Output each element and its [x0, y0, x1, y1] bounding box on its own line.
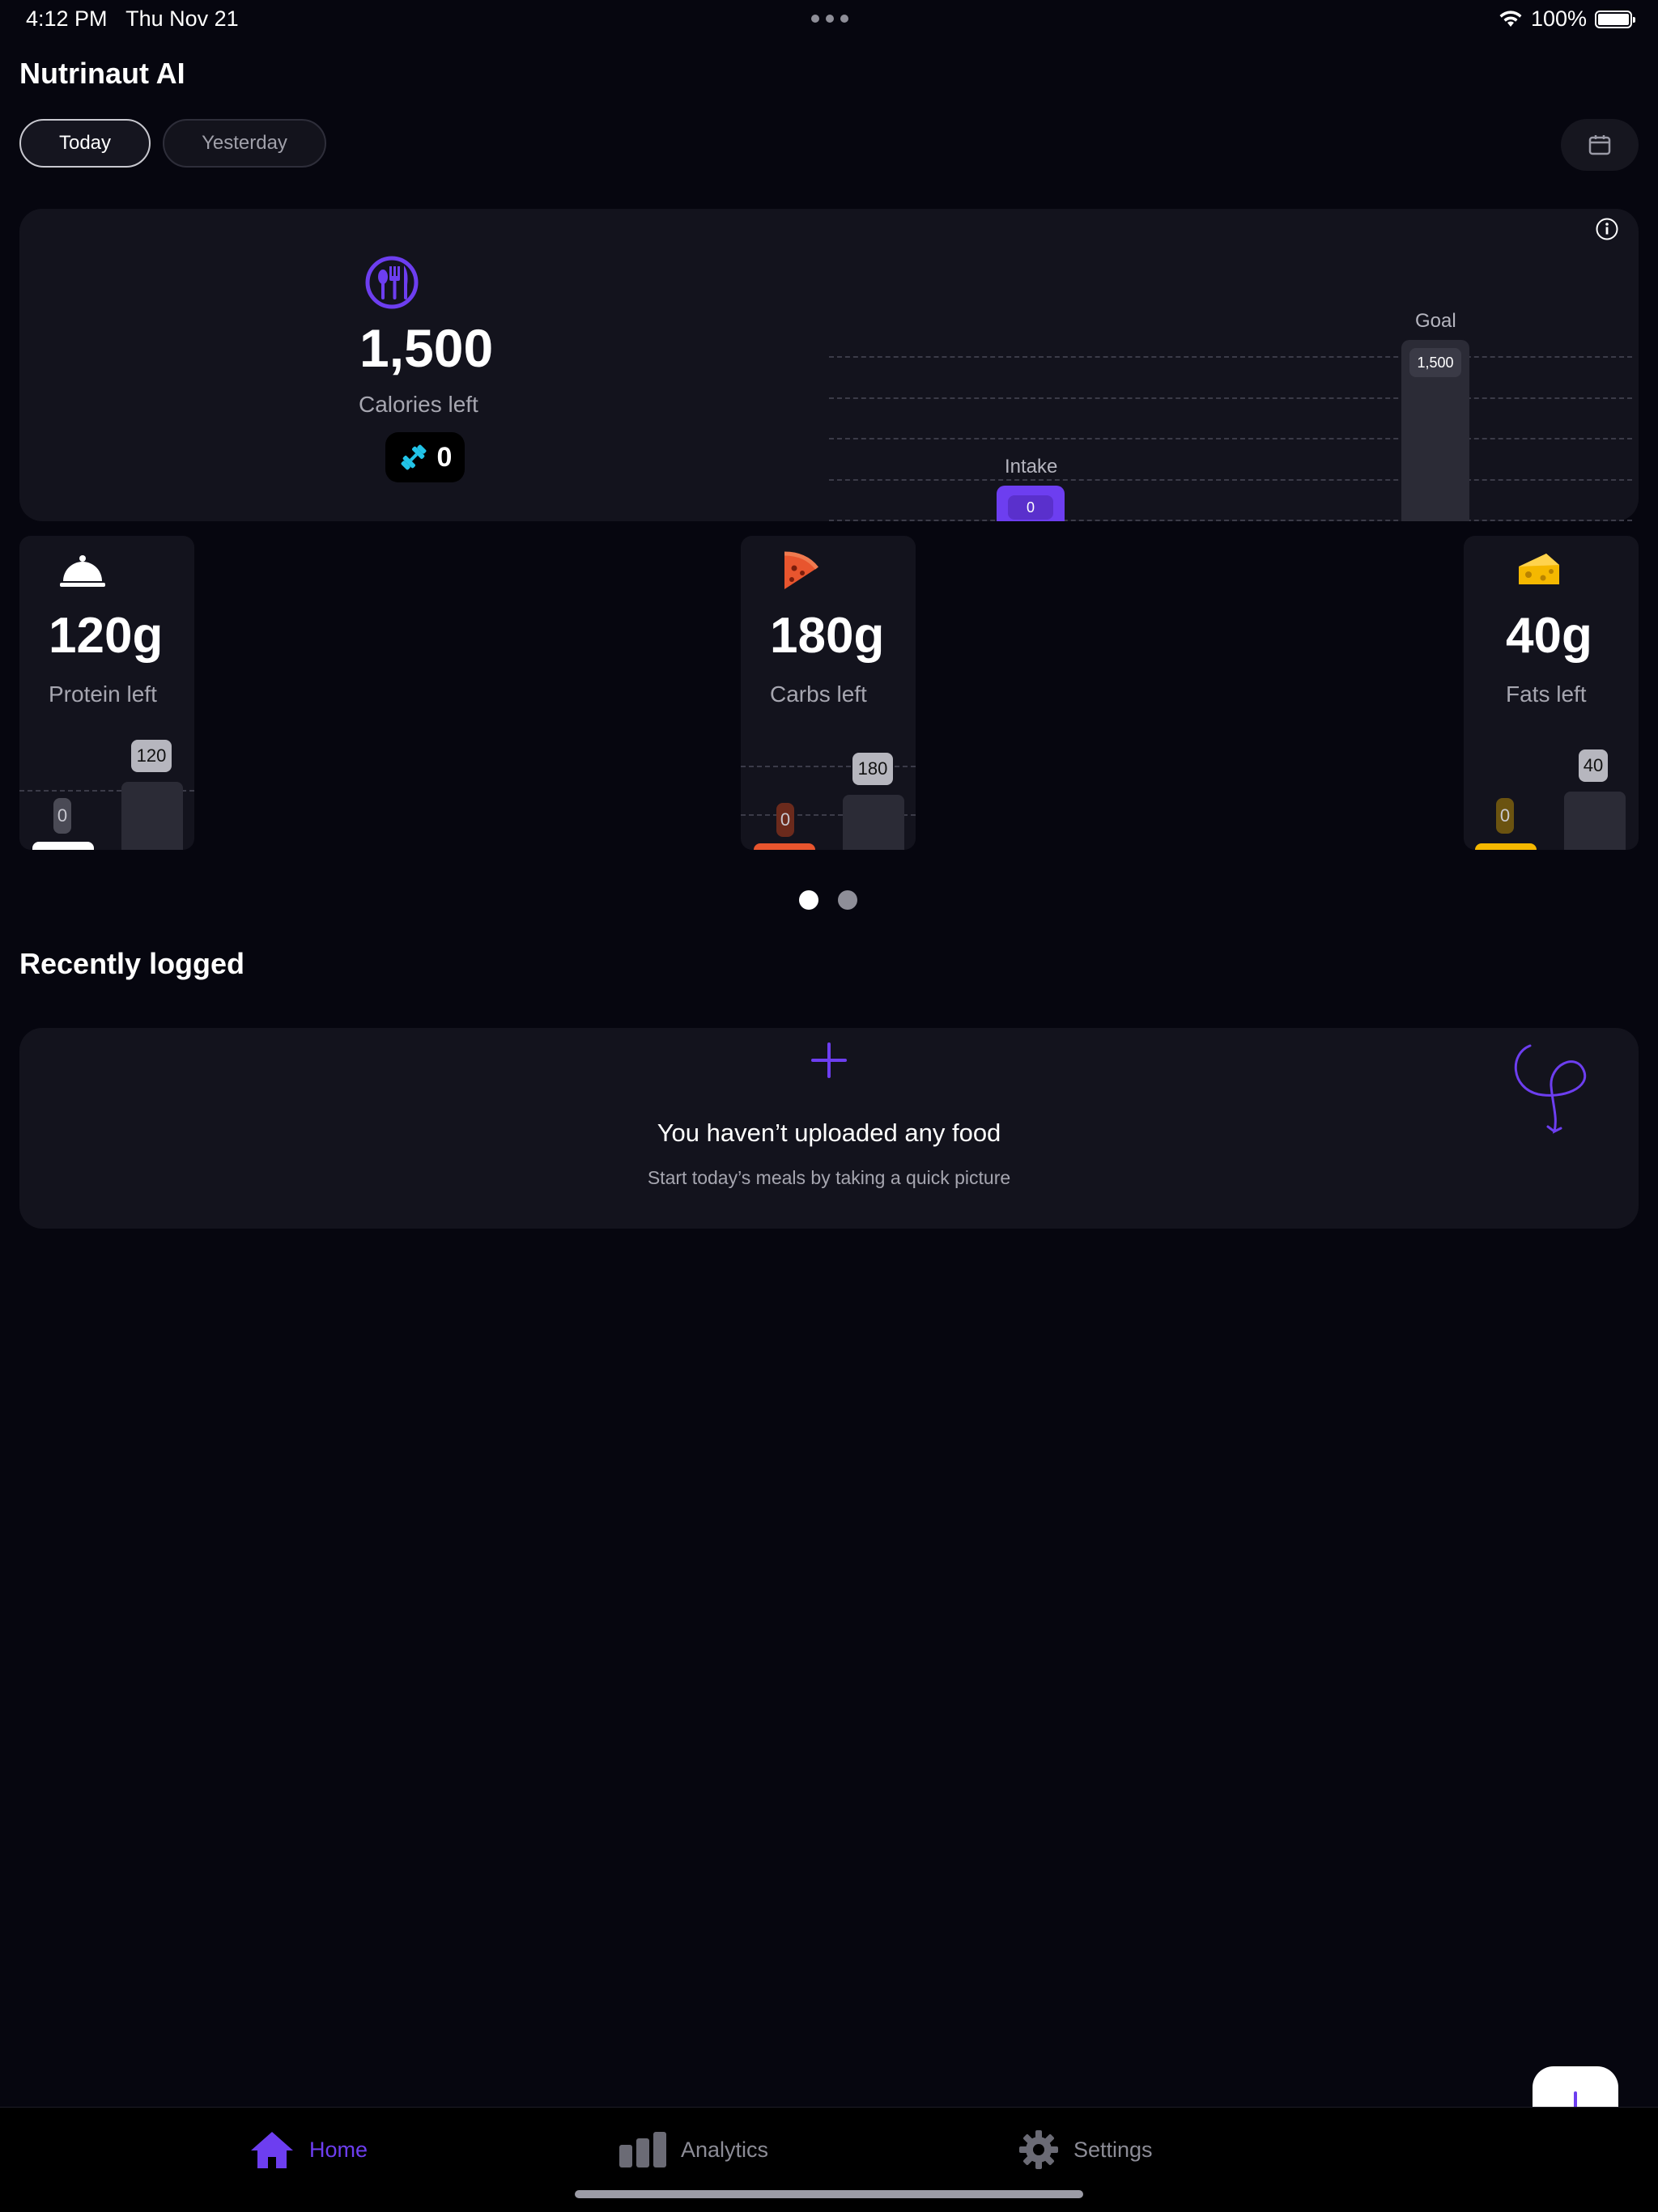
calendar-button[interactable]	[1561, 119, 1639, 171]
protein-goal-value: 120	[131, 740, 172, 772]
empty-state-subtitle: Start today’s meals by taking a quick pi…	[647, 1167, 1011, 1188]
multitasking-dots-icon[interactable]	[811, 15, 848, 23]
carbs-left-value: 180g	[770, 608, 885, 664]
carbs-goal-bar	[843, 795, 904, 850]
goal-value: 1,500	[1409, 348, 1461, 377]
calendar-icon	[1588, 135, 1611, 155]
pizza-icon	[784, 551, 818, 589]
battery-icon	[1595, 10, 1635, 28]
tab-analytics[interactable]: Analytics	[619, 2127, 768, 2172]
status-bar: 4:12 PM Thu Nov 21 100%	[0, 0, 1658, 39]
chart-gridline	[829, 479, 1632, 481]
chart-gridline	[829, 438, 1632, 439]
carbs-card[interactable]: 180g Carbs left 0 180	[741, 536, 916, 850]
tab-settings[interactable]: Settings	[1018, 2127, 1153, 2172]
carbs-consumed-value: 0	[776, 803, 794, 837]
plus-icon[interactable]	[810, 1041, 848, 1080]
fats-left-value: 40g	[1506, 608, 1592, 664]
food-cloche-icon	[60, 555, 105, 587]
protein-left-value: 120g	[49, 608, 164, 664]
chart-gridline	[829, 356, 1632, 358]
goal-label: Goal	[1415, 310, 1456, 332]
bar-chart-icon	[619, 2132, 666, 2167]
protein-card[interactable]: 120g Protein left 0 120	[19, 536, 194, 850]
tab-home-label: Home	[309, 2137, 368, 2162]
wifi-icon	[1499, 10, 1522, 27]
protein-consumed-value: 0	[53, 798, 71, 834]
status-time: 4:12 PM Thu Nov 21	[26, 6, 239, 31]
tab-today[interactable]: Today	[19, 119, 151, 168]
calories-left-value: 1,500	[359, 318, 494, 378]
calories-burned-badge[interactable]: 0	[385, 432, 465, 482]
status-right: 100%	[1499, 6, 1635, 32]
carbs-goal-value: 180	[852, 753, 893, 785]
fats-consumed-value: 0	[1496, 798, 1514, 834]
pager-dot-2[interactable]	[838, 890, 857, 910]
fats-goal-bar	[1564, 792, 1626, 850]
protein-left-label: Protein left	[49, 681, 157, 707]
tab-yesterday[interactable]: Yesterday	[163, 119, 326, 168]
fats-left-label: Fats left	[1506, 681, 1587, 707]
intake-label: Intake	[1005, 456, 1058, 478]
empty-state-title: You haven’t uploaded any food	[657, 1119, 1001, 1147]
calories-card[interactable]	[19, 209, 1639, 521]
tab-settings-label: Settings	[1073, 2137, 1153, 2162]
home-icon	[251, 2132, 293, 2168]
calories-burned-value: 0	[436, 441, 453, 473]
tab-analytics-label: Analytics	[681, 2137, 769, 2162]
cheese-icon	[1519, 554, 1559, 584]
fats-goal-value: 40	[1579, 749, 1608, 782]
protein-goal-bar	[121, 782, 183, 850]
gear-icon	[1019, 2130, 1058, 2169]
carbs-consumed-bar	[754, 843, 815, 850]
chart-gridline	[829, 397, 1632, 399]
home-indicator	[575, 2190, 1083, 2198]
tab-home[interactable]: Home	[249, 2127, 368, 2172]
app-title: Nutrinaut AI	[19, 57, 185, 90]
calories-left-label: Calories left	[359, 392, 478, 417]
intake-value: 0	[1008, 495, 1053, 520]
chart-gridline	[829, 520, 1632, 521]
pager-dot-1[interactable]	[799, 890, 818, 910]
carbs-left-label: Carbs left	[770, 681, 867, 707]
dumbbell-icon	[401, 444, 426, 470]
recently-logged-title: Recently logged	[19, 947, 245, 980]
protein-consumed-bar	[32, 842, 94, 850]
info-icon[interactable]	[1595, 217, 1619, 241]
fork-knife-icon	[365, 256, 419, 309]
fats-consumed-bar	[1475, 843, 1537, 850]
fats-card[interactable]: 40g Fats left 0 40	[1464, 536, 1639, 850]
battery-percent: 100%	[1530, 6, 1587, 31]
